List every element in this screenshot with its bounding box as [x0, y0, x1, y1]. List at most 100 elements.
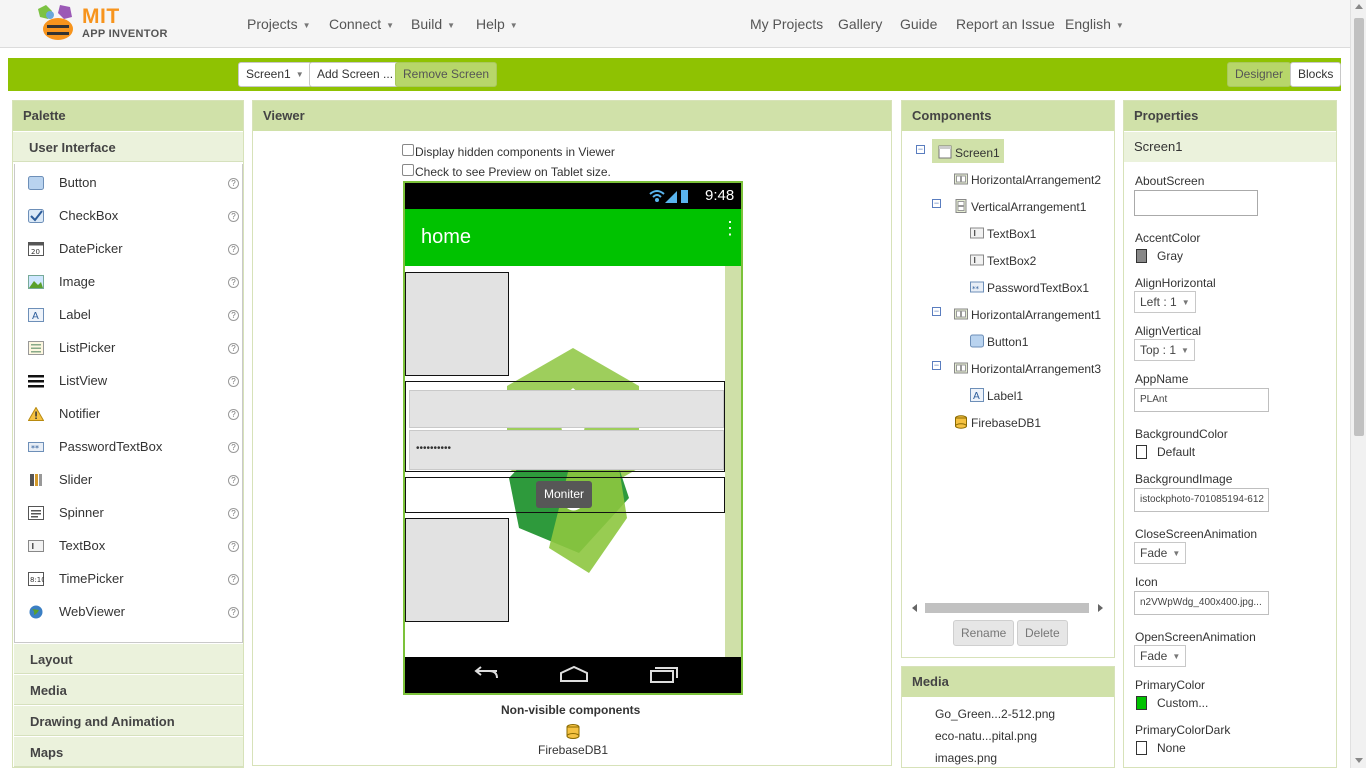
collapse-icon[interactable]: −	[932, 199, 941, 208]
palette-item-datepicker[interactable]: 20 DatePicker ?	[25, 237, 239, 261]
palette-item-webviewer[interactable]: WebViewer ?	[25, 600, 239, 624]
scroll-down-icon[interactable]	[1355, 758, 1363, 763]
palette-item-notifier[interactable]: Notifier ?	[25, 402, 239, 426]
add-screen-button[interactable]: Add Screen ...	[309, 62, 402, 87]
scrollbar-thumb[interactable]	[1354, 18, 1364, 436]
help-icon[interactable]: ?	[228, 244, 239, 255]
category-drawing-animation[interactable]: Drawing and Animation	[14, 705, 243, 736]
home-icon[interactable]	[559, 665, 589, 683]
hscroll-thumb[interactable]	[925, 603, 1089, 613]
horizontal-arrangement-3[interactable]	[405, 518, 509, 622]
app-inventor-logo[interactable]: MIT APP INVENTOR	[34, 3, 174, 43]
palette-item-textbox[interactable]: TextBox ?	[25, 534, 239, 558]
background-image-input[interactable]: istockphoto-701085194-612	[1134, 488, 1269, 512]
blocks-button[interactable]: Blocks	[1290, 62, 1342, 87]
menu-help[interactable]: Help ▼	[476, 16, 518, 32]
accent-color-value[interactable]: Gray	[1157, 249, 1183, 263]
category-user-interface[interactable]: User Interface	[13, 131, 243, 162]
align-horizontal-select[interactable]: Left : 1 ▼	[1134, 291, 1196, 313]
components-hscrollbar[interactable]	[912, 601, 1104, 615]
help-icon[interactable]: ?	[228, 277, 239, 288]
accent-color-swatch[interactable]	[1136, 249, 1147, 263]
help-icon[interactable]: ?	[228, 211, 239, 222]
help-icon[interactable]: ?	[228, 310, 239, 321]
link-report-issue[interactable]: Report an Issue	[956, 16, 1055, 32]
vertical-arrangement-1[interactable]: ••••••••••	[405, 381, 725, 472]
help-icon[interactable]: ?	[228, 607, 239, 618]
close-animation-select[interactable]: Fade ▼	[1134, 542, 1187, 564]
horizontal-arrangement-1[interactable]: Moniter	[405, 477, 725, 513]
scroll-up-icon[interactable]	[1355, 4, 1363, 9]
about-screen-textarea[interactable]	[1134, 190, 1258, 216]
palette-item-slider[interactable]: Slider ?	[25, 468, 239, 492]
open-animation-select[interactable]: Fade ▼	[1134, 645, 1187, 667]
page-scrollbar[interactable]	[1350, 0, 1366, 768]
textbox-icon	[28, 540, 44, 552]
icon-input[interactable]: n2VWpWdg_400x400.jpg...	[1134, 591, 1269, 615]
link-guide[interactable]: Guide	[900, 16, 937, 32]
palette-item-label[interactable]: A Label ?	[25, 303, 239, 327]
link-gallery[interactable]: Gallery	[838, 16, 882, 32]
help-icon[interactable]: ?	[228, 343, 239, 354]
display-hidden-checkbox[interactable]	[402, 144, 414, 156]
media-item[interactable]: images.png	[935, 751, 997, 765]
primary-color-dark-swatch[interactable]	[1136, 741, 1147, 755]
overflow-menu-icon[interactable]: ⋮	[721, 219, 739, 237]
collapse-icon[interactable]: −	[916, 145, 925, 154]
category-media[interactable]: Media	[14, 674, 243, 705]
palette-item-listpicker[interactable]: ListPicker ?	[25, 336, 239, 360]
category-layout[interactable]: Layout	[14, 643, 243, 674]
help-icon[interactable]: ?	[228, 574, 239, 585]
help-icon[interactable]: ?	[228, 541, 239, 552]
primary-color-swatch[interactable]	[1136, 696, 1147, 710]
moniter-button[interactable]: Moniter	[536, 481, 593, 508]
category-maps[interactable]: Maps	[14, 736, 243, 767]
menu-projects[interactable]: Projects ▼	[247, 16, 311, 32]
media-item[interactable]: eco-natu...pital.png	[935, 729, 1037, 743]
delete-button[interactable]: Delete	[1017, 620, 1068, 646]
chevron-down-icon: ▼	[1172, 548, 1181, 558]
palette-item-button[interactable]: Button ?	[25, 171, 239, 195]
palette-item-timepicker[interactable]: 8:10 TimePicker ?	[25, 567, 239, 591]
primary-color-dark-value[interactable]: None	[1157, 741, 1186, 755]
screen-select[interactable]: Screen1 ▼	[238, 62, 312, 87]
align-vertical-select[interactable]: Top : 1 ▼	[1134, 339, 1195, 361]
button-icon	[28, 176, 44, 190]
user-interface-list: Button ? CheckBox ? 20 DatePicker ? Imag…	[14, 164, 243, 643]
menu-connect[interactable]: Connect ▼	[329, 16, 394, 32]
scroll-left-icon[interactable]	[912, 604, 917, 612]
textbox-field[interactable]	[409, 390, 724, 428]
remove-screen-button[interactable]: Remove Screen	[395, 62, 498, 87]
palette-item-listview[interactable]: ListView ?	[25, 369, 239, 393]
tablet-preview-checkbox[interactable]	[402, 164, 414, 176]
password-field[interactable]: ••••••••••	[409, 430, 724, 470]
link-my-projects[interactable]: My Projects	[750, 16, 823, 32]
language-menu[interactable]: English ▼	[1065, 16, 1124, 32]
rename-button[interactable]: Rename	[953, 620, 1015, 646]
phone-status-bar: 9:48	[405, 183, 741, 209]
designer-button[interactable]: Designer	[1227, 62, 1292, 87]
help-icon[interactable]: ?	[228, 475, 239, 486]
help-icon[interactable]: ?	[228, 178, 239, 189]
help-icon[interactable]: ?	[228, 409, 239, 420]
background-color-value[interactable]: Default	[1157, 445, 1195, 459]
palette-item-checkbox[interactable]: CheckBox ?	[25, 204, 239, 228]
background-color-swatch[interactable]	[1136, 445, 1147, 459]
palette-item-spinner[interactable]: Spinner ?	[25, 501, 239, 525]
nonvisible-firebase-label[interactable]: FirebaseDB1	[538, 743, 608, 757]
collapse-icon[interactable]: −	[932, 307, 941, 316]
recent-apps-icon[interactable]	[649, 666, 679, 684]
palette-item-image[interactable]: Image ?	[25, 270, 239, 294]
palette-item-passwordtextbox[interactable]: ** PasswordTextBox ?	[25, 435, 239, 459]
help-icon[interactable]: ?	[228, 442, 239, 453]
scroll-right-icon[interactable]	[1098, 604, 1103, 612]
media-item[interactable]: Go_Green...2-512.png	[935, 707, 1055, 721]
back-icon[interactable]	[471, 666, 501, 684]
app-name-input[interactable]: PLAnt	[1134, 388, 1269, 412]
horizontal-arrangement-2[interactable]	[405, 272, 509, 376]
help-icon[interactable]: ?	[228, 376, 239, 387]
help-icon[interactable]: ?	[228, 508, 239, 519]
menu-build[interactable]: Build ▼	[411, 16, 455, 32]
collapse-icon[interactable]: −	[932, 361, 941, 370]
primary-color-value[interactable]: Custom...	[1157, 696, 1208, 710]
